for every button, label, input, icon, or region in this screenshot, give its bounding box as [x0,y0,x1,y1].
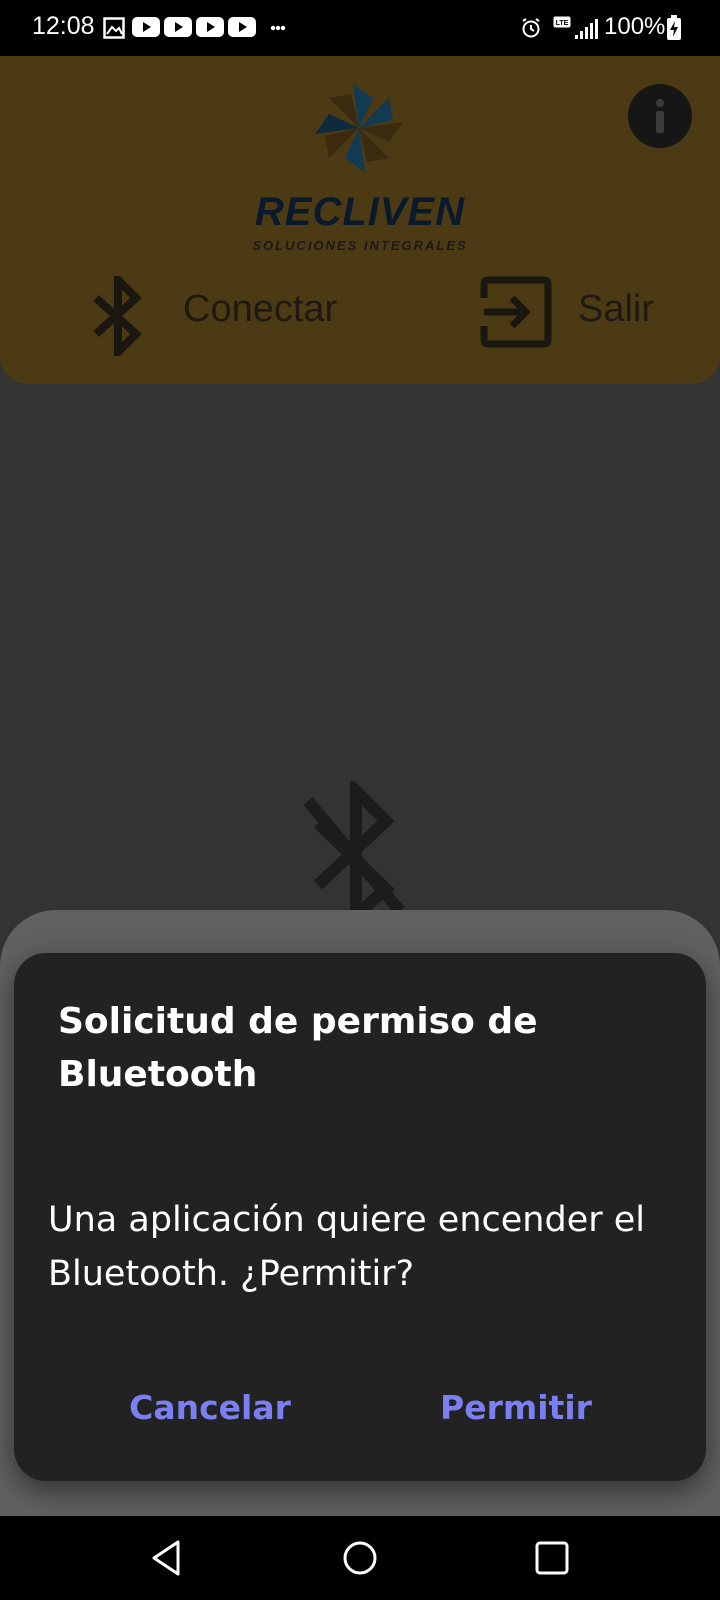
youtube-icon [164,17,192,37]
image-icon [103,17,125,39]
exit-icon [480,276,552,348]
connect-label: Conectar [183,288,338,330]
battery-percent: 100% [604,13,666,40]
recents-icon[interactable] [530,1536,574,1580]
pinwheel-logo-icon [315,84,403,172]
status-time: 12:08 [32,12,95,40]
lte-icon: LTE [553,16,571,28]
info-button[interactable] [628,84,692,148]
exit-label: Salir [578,288,655,330]
dialog-title: Solicitud de permiso de Bluetooth [58,1001,538,1095]
alarm-icon [522,18,540,38]
logo-name: RECLIVEN [254,190,466,234]
dialog-message: Una aplicación quiere encender el Blueto… [48,1200,645,1294]
battery-charging-icon [667,15,681,40]
connect-button[interactable]: Conectar [88,270,368,356]
bluetooth-icon [93,276,142,356]
allow-button[interactable]: Permitir [386,1373,646,1443]
more-icon [270,25,286,31]
signal-icon [575,19,598,39]
youtube-icon [228,17,256,37]
bluetooth-disabled-icon [303,781,405,921]
youtube-icon [196,17,224,37]
logo-subtitle: SOLUCIONES INTEGRALES [252,238,468,253]
app-header: RECLIVEN SOLUCIONES INTEGRALES Conectar … [0,56,720,384]
status-bar: 12:08 LTE 100% [0,0,720,56]
cancel-button[interactable]: Cancelar [80,1373,340,1443]
svg-text:LTE: LTE [556,20,569,27]
navigation-bar [0,1516,720,1600]
company-logo: RECLIVEN SOLUCIONES INTEGRALES [230,72,490,253]
back-icon[interactable] [146,1536,190,1580]
bluetooth-permission-dialog: Solicitud de permiso de Bluetooth Una ap… [14,953,706,1481]
home-icon[interactable] [338,1536,382,1580]
youtube-icon [132,17,160,37]
exit-button[interactable]: Salir [480,270,680,354]
